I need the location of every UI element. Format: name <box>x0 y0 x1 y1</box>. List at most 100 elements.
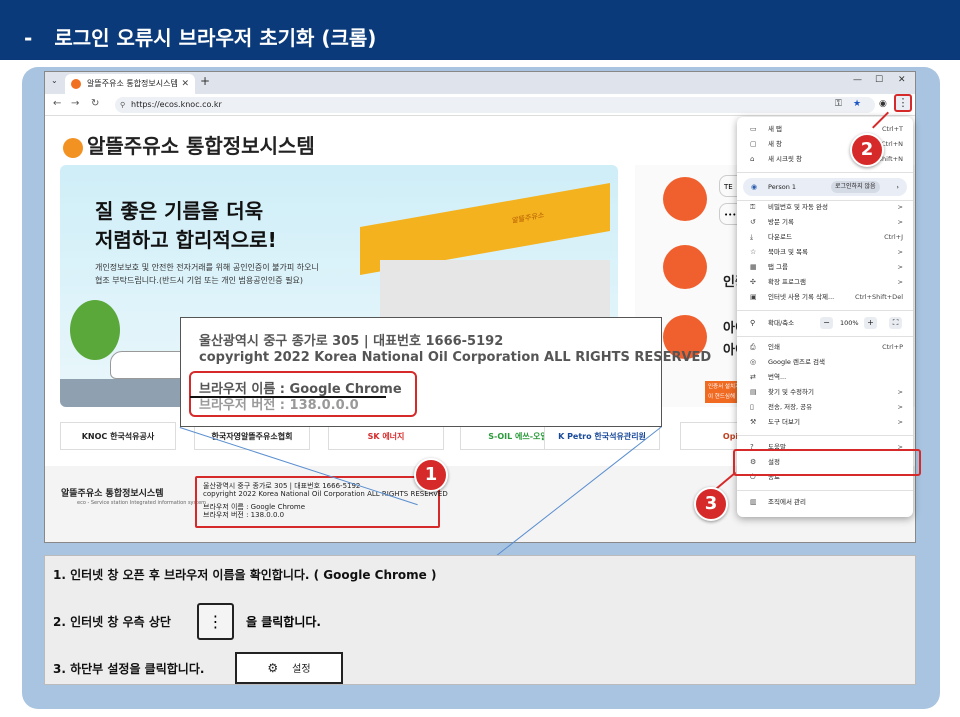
zoom-icon: ⚲ <box>750 319 756 327</box>
menu-divider <box>737 172 913 173</box>
url-text: https://ecos.knoc.co.kr <box>131 100 222 109</box>
menu-item-label: 비밀번호 및 자동 완성 <box>768 203 829 211</box>
menu-item-new-window[interactable]: ▢ 새 창 Ctrl+N <box>737 137 913 152</box>
menu-item-print[interactable]: ⎙ 인쇄 Ctrl+P <box>737 340 913 355</box>
menu-zoom-row: ⚲ 확대/축소 − 100% + ⛶ <box>737 316 913 330</box>
instruction-step-2-suffix: 을 클릭합니다. <box>246 615 321 629</box>
history-icon: ↺ <box>750 218 756 226</box>
browser-name-highlight <box>189 371 417 417</box>
gear-icon: ⚙ <box>267 661 279 675</box>
maximize-icon[interactable]: ☐ <box>875 75 883 85</box>
menu-item-label: 도구 더보기 <box>768 418 800 426</box>
menu-divider <box>737 336 913 337</box>
callout-badge-2: 2 <box>850 133 884 167</box>
tab-search-icon[interactable]: ⌄ <box>51 76 58 85</box>
fullscreen-button[interactable]: ⛶ <box>889 317 902 329</box>
address-bar-row: ← → ↻ ⚲ https://ecos.knoc.co.kr ⚿ ★ ◉ <box>45 94 915 116</box>
menu-item-extensions[interactable]: ✣ 확장 프로그램 > <box>737 275 913 290</box>
signin-badge: 로그인하지 않음 <box>831 181 880 193</box>
title-text: 로그인 오류시 브라우저 초기화 (크롬) <box>54 26 377 50</box>
kebab-menu-icon: ⋮ <box>197 603 234 640</box>
settings-button-label: 설정 <box>292 664 311 675</box>
menu-item-lens[interactable]: ◎ Google 렌즈로 검색 <box>737 355 913 370</box>
download-icon: ⤓ <box>750 233 754 241</box>
menu-item-label: 새 탭 <box>768 125 783 133</box>
menu-item-shortcut: > <box>897 403 903 411</box>
menu-item-label: 찾기 및 수정하기 <box>768 388 814 396</box>
reload-icon[interactable]: ↻ <box>91 98 99 109</box>
new-tab-icon: ▭ <box>750 125 757 133</box>
menu-item-shortcut: Ctrl+N <box>881 140 903 148</box>
instructions-panel: 1. 인터넷 창 오픈 후 브라우저 이름을 확인합니다. ( Google C… <box>44 555 916 685</box>
menu-item-label: 새 창 <box>768 140 783 148</box>
tab-bar: ⌄ 알뜰주유소 통합정보시스템 ✕ + — ☐ ✕ <box>45 72 915 94</box>
menu-item-label: 탭 그룹 <box>768 263 789 271</box>
menu-item-shortcut: > <box>897 218 903 226</box>
back-icon[interactable]: ← <box>53 98 61 109</box>
menu-item-bookmarks[interactable]: ☆ 북마크 및 목록 > <box>737 245 913 260</box>
forward-icon[interactable]: → <box>71 98 79 109</box>
zoom-in-button[interactable]: + <box>864 317 877 329</box>
browser-tab[interactable]: 알뜰주유소 통합정보시스템 ✕ <box>65 74 195 94</box>
menu-item-passwords[interactable]: ⚿ 비밀번호 및 자동 완성 > <box>737 200 913 215</box>
menu-item-label: 전송, 저장, 공유 <box>768 403 813 411</box>
footer-line: 브라우저 버전 : 138.0.0.0 <box>203 511 285 519</box>
menu-item-shortcut: > <box>897 248 903 256</box>
menu-item-shortcut: Ctrl+P <box>882 343 903 351</box>
menu-item-downloads[interactable]: ⤓ 다운로드 Ctrl+J <box>737 230 913 245</box>
menu-item-label: 인쇄 <box>768 343 780 351</box>
menu-item-share[interactable]: ▯ 전송, 저장, 공유 > <box>737 400 913 415</box>
callout-badge-1: 1 <box>414 458 448 492</box>
menu-item-shortcut: > <box>897 263 903 271</box>
close-tab-icon[interactable]: ✕ <box>181 74 189 94</box>
star-icon: ☆ <box>750 248 757 256</box>
tree-illustration <box>70 300 120 360</box>
hero-heading: 질 좋은 기름을 더욱 저렴하고 합리적으로! <box>95 199 277 252</box>
minimize-icon[interactable]: — <box>853 75 862 85</box>
menu-item-new-tab[interactable]: ▭ 새 탭 Ctrl+T <box>737 122 913 137</box>
new-tab-icon[interactable]: + <box>200 74 210 88</box>
instruction-step-3: 3. 하단부 설정을 클릭합니다. <box>53 662 205 676</box>
menu-item-label: 확장 프로그램 <box>768 278 806 286</box>
zoom-out-button[interactable]: − <box>820 317 833 329</box>
menu-item-find[interactable]: ▤ 찾기 및 수정하기 > <box>737 385 913 400</box>
partner-logo[interactable]: KNOC 한국석유공사 <box>60 422 176 450</box>
url-field[interactable]: ⚲ https://ecos.knoc.co.kr <box>115 97 875 113</box>
bookmark-star-icon[interactable]: ★ <box>853 99 861 109</box>
logo-icon <box>63 137 83 158</box>
profile-icon[interactable]: ◉ <box>879 99 887 109</box>
footer-line: 울산광역시 중구 종가로 305 | 대표번호 1666-5192 <box>203 482 361 490</box>
find-icon: ▤ <box>750 388 757 396</box>
instruction-step-2: 2. 인터넷 창 우측 상단 <box>53 615 171 629</box>
close-window-icon[interactable]: ✕ <box>898 75 906 85</box>
translate-icon: ⇄ <box>750 373 756 381</box>
site-logo-text: 알뜰주유소 통합정보시스템 <box>87 134 315 158</box>
menu-divider <box>737 490 913 491</box>
footer-info-box: 울산광역시 중구 종가로 305 | 대표번호 1666-5192 copyri… <box>195 476 448 528</box>
share-icon: ▯ <box>750 403 754 411</box>
zoom-line: copyright 2022 Korea National Oil Corpor… <box>199 350 712 365</box>
menu-item-shortcut: > <box>897 418 903 426</box>
title-dash: - <box>24 26 33 50</box>
menu-item-history[interactable]: ↺ 방문 기록 > <box>737 215 913 230</box>
menu-item-shortcut: > <box>897 278 903 286</box>
menu-item-label: 북마크 및 목록 <box>768 248 809 256</box>
instruction-step-1: 1. 인터넷 창 오픈 후 브라우저 이름을 확인합니다. ( Google C… <box>53 568 437 582</box>
menu-item-tab-groups[interactable]: ▦ 탭 그룹 > <box>737 260 913 275</box>
menu-item-shortcut: > <box>897 388 903 396</box>
zoom-line: 울산광역시 중구 종가로 305 | 대표번호 1666-5192 <box>199 334 504 349</box>
zoom-label: 확대/축소 <box>768 319 795 327</box>
chrome-menu-button[interactable]: ⋮ <box>894 94 912 112</box>
tab-groups-icon: ▦ <box>750 263 757 271</box>
site-logo[interactable]: 알뜰주유소 통합정보시스템 <box>63 130 315 159</box>
menu-item-more-tools[interactable]: ⚒ 도구 더보기 > <box>737 415 913 430</box>
menu-item-translate[interactable]: ⇄ 번역... <box>737 370 913 385</box>
site-info-icon[interactable]: ⚲ <box>120 97 125 113</box>
callout-badge-3: 3 <box>694 487 728 521</box>
menu-profile-row[interactable]: ◉ Person 1 로그인하지 않음 › <box>743 178 907 196</box>
key-icon[interactable]: ⚿ <box>835 99 842 109</box>
menu-item-managed[interactable]: ▥ 조직에서 관리 <box>737 495 913 510</box>
menu-item-clear-data[interactable]: ▣ 인터넷 사용 기록 삭제... Ctrl+Shift+Del <box>737 290 913 305</box>
menu-item-incognito[interactable]: ⌂ 새 시크릿 창 Ctrl+Shift+N <box>737 152 913 167</box>
partner-logos: KNOC 한국석유공사 한국자영알뜰주유소협회 SK 에너지 S-OIL 에쓰-… <box>60 422 796 456</box>
